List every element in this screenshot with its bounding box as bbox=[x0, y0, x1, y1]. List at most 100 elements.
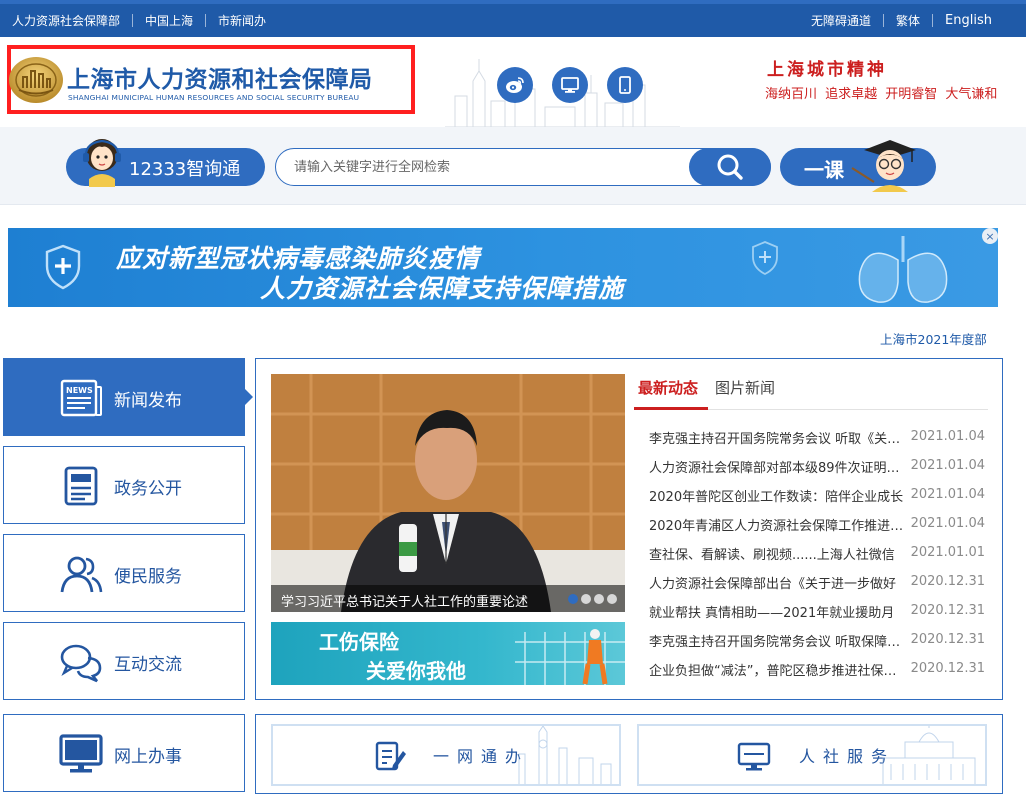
site-logo[interactable]: 上海市人力资源和社会保障局 SHANGHAI MUNICIPAL HUMAN R… bbox=[7, 45, 415, 114]
epidemic-banner[interactable]: 应对新型冠状病毒感染肺炎疫情 人力资源社会保障支持保障措施 bbox=[8, 228, 998, 307]
one-course-label: 一课 bbox=[804, 158, 844, 182]
news-date: 2020.12.31 bbox=[910, 661, 985, 676]
sub-banner-line-1: 工伤保险 bbox=[319, 630, 399, 654]
news-title: 人力资源社会保障部对部本级89件次证明事项 bbox=[649, 461, 905, 476]
photo-caption[interactable]: 学习习近平总书记关于人社工作的重要论述 bbox=[281, 591, 556, 610]
nav-label: 便民服务 bbox=[114, 567, 182, 587]
list-item[interactable]: 企业负担做“减法”，普陀区稳步推进社保费减免 2020.12.31 bbox=[649, 653, 989, 682]
divider bbox=[932, 14, 934, 27]
news-date: 2021.01.04 bbox=[910, 429, 985, 444]
service-panel: 一网通办 人社服务 bbox=[255, 714, 1003, 794]
edit-document-icon bbox=[375, 741, 406, 771]
news-photo bbox=[271, 374, 625, 612]
carousel-dot[interactable] bbox=[568, 594, 578, 604]
news-title: 李克强主持召开国务院常务会议 听取《关于进一步 bbox=[649, 432, 905, 447]
link-english[interactable]: English bbox=[945, 13, 992, 28]
tab-latest-news[interactable]: 最新动态 bbox=[638, 377, 698, 398]
top-bar-left-links: 人力资源社会保障部 中国上海 市新闻办 bbox=[12, 4, 266, 37]
divider bbox=[883, 14, 885, 27]
divider bbox=[205, 14, 207, 27]
users-icon bbox=[60, 556, 103, 593]
monitor-icon bbox=[737, 742, 771, 771]
nav-online-service[interactable]: 网上办事 bbox=[3, 714, 245, 792]
link-mohrss[interactable]: 人力资源社会保障部 bbox=[12, 12, 120, 29]
document-icon bbox=[64, 466, 98, 506]
tab-picture-news[interactable]: 图片新闻 bbox=[715, 377, 775, 398]
news-date: 2021.01.04 bbox=[910, 458, 985, 473]
link-news-office[interactable]: 市新闻办 bbox=[218, 12, 266, 29]
shield-icon bbox=[45, 244, 81, 290]
carousel-dot[interactable] bbox=[607, 594, 617, 604]
lungs-illustration bbox=[858, 236, 948, 303]
search-icon bbox=[717, 154, 743, 180]
assistant-avatar-icon bbox=[83, 139, 121, 187]
skyline-illustration bbox=[518, 726, 612, 784]
work-injury-banner[interactable]: 工伤保险 关爱你我他 bbox=[271, 622, 625, 685]
desktop-site-button[interactable] bbox=[552, 67, 588, 103]
nav-public-service[interactable]: 便民服务 bbox=[3, 534, 245, 612]
carousel-dot[interactable] bbox=[581, 594, 591, 604]
carousel-dot[interactable] bbox=[594, 594, 604, 604]
banner-line-2: 人力资源社会保障支持保障措施 bbox=[260, 274, 625, 303]
search-button[interactable] bbox=[689, 148, 771, 186]
news-panel: 学习习近平总书记关于人社工作的重要论述 工伤保险 关爱你我他 最新动态 图片新闻 bbox=[255, 358, 1003, 700]
news-title: 企业负担做“减法”，普陀区稳步推进社保费减免 bbox=[649, 664, 905, 679]
assistant-12333-label: 12333智询通 bbox=[129, 159, 241, 180]
nav-label: 互动交流 bbox=[114, 655, 182, 675]
svg-text:NEWS: NEWS bbox=[66, 386, 93, 395]
link-china-shanghai[interactable]: 中国上海 bbox=[145, 12, 193, 29]
nav-government-affairs[interactable]: 政务公开 bbox=[3, 446, 245, 524]
nav-interaction[interactable]: 互动交流 bbox=[3, 622, 245, 700]
search-box bbox=[275, 148, 771, 186]
search-input[interactable] bbox=[294, 149, 684, 185]
list-item[interactable]: 2020年青浦区人力资源社会保障工作推进会召开 2021.01.04 bbox=[649, 508, 989, 537]
carousel-dots bbox=[568, 594, 617, 604]
mobile-icon bbox=[619, 76, 631, 94]
banner-close-button[interactable]: × bbox=[982, 228, 998, 244]
site-header: 上海市人力资源和社会保障局 SHANGHAI MUNICIPAL HUMAN R… bbox=[0, 37, 1026, 127]
mobile-site-button[interactable] bbox=[607, 67, 643, 103]
chat-icon bbox=[60, 644, 102, 683]
news-tabs: 最新动态 图片新闻 bbox=[634, 369, 988, 410]
photo-caption-bar: 学习习近平总书记关于人社工作的重要论述 bbox=[271, 585, 625, 612]
news-list: 李克强主持召开国务院常务会议 听取《关于进一步 2021.01.04 人力资源社… bbox=[649, 421, 989, 682]
list-item[interactable]: 就业帮扶 真情相助——2021年就业援助月 2020.12.31 bbox=[649, 595, 989, 624]
newspaper-icon: NEWS bbox=[60, 379, 102, 417]
link-accessibility[interactable]: 无障碍通道 bbox=[811, 12, 871, 29]
news-title: 人力资源社会保障部出台《关于进一步做好 bbox=[649, 577, 897, 592]
hr-service-card[interactable]: 人社服务 bbox=[637, 724, 987, 786]
photo-carousel[interactable]: 学习习近平总书记关于人社工作的重要论述 bbox=[271, 374, 625, 612]
weibo-icon bbox=[506, 77, 524, 93]
search-strip: 12333智询通 一课 bbox=[0, 127, 1026, 205]
divider bbox=[132, 14, 134, 27]
news-title: 就业帮扶 真情相助——2021年就业援助月 bbox=[649, 606, 895, 621]
news-title: 2020年普陀区创业工作数读：陪伴企业成长 bbox=[649, 490, 904, 505]
nav-label: 网上办事 bbox=[114, 747, 182, 767]
list-item[interactable]: 查社保、看解读、刷视频......上海人社微信 2021.01.01 bbox=[649, 537, 989, 566]
news-title: 查社保、看解读、刷视频......上海人社微信 bbox=[649, 548, 895, 563]
list-item[interactable]: 2020年普陀区创业工作数读：陪伴企业成长 2021.01.04 bbox=[649, 479, 989, 508]
news-date: 2021.01.04 bbox=[910, 516, 985, 531]
list-item[interactable]: 人力资源社会保障部对部本级89件次证明事项 2021.01.04 bbox=[649, 450, 989, 479]
news-title: 2020年青浦区人力资源社会保障工作推进会召开 bbox=[649, 519, 905, 534]
list-item[interactable]: 人力资源社会保障部出台《关于进一步做好 2020.12.31 bbox=[649, 566, 989, 595]
news-date: 2021.01.01 bbox=[910, 545, 985, 560]
desktop-icon bbox=[561, 77, 579, 93]
emblem-icon bbox=[9, 57, 63, 103]
list-item[interactable]: 李克强主持召开国务院常务会议 听取《关于进一步 2021.01.04 bbox=[649, 421, 989, 450]
one-stop-service-card[interactable]: 一网通办 bbox=[271, 724, 621, 786]
worker-illustration bbox=[515, 629, 625, 685]
link-traditional-chinese[interactable]: 繁体 bbox=[896, 12, 920, 29]
nav-news-release[interactable]: NEWS 新闻发布 bbox=[3, 358, 253, 436]
weibo-button[interactable] bbox=[497, 67, 533, 103]
shield-icon bbox=[752, 241, 778, 276]
city-spirit-title: 上海城市精神 bbox=[767, 60, 887, 80]
scrolling-notice[interactable]: 上海市2021年度部 bbox=[880, 329, 1004, 348]
news-date: 2021.01.04 bbox=[910, 487, 985, 502]
nav-label: 新闻发布 bbox=[114, 391, 182, 411]
teacher-avatar-icon bbox=[851, 140, 916, 192]
city-spirit-words: 海纳百川 追求卓越 开明睿智 大气谦和 bbox=[765, 87, 998, 102]
list-item[interactable]: 李克强主持召开国务院常务会议 听取保障农民工 2020.12.31 bbox=[649, 624, 989, 653]
news-title: 李克强主持召开国务院常务会议 听取保障农民工 bbox=[649, 635, 905, 650]
top-bar: 人力资源社会保障部 中国上海 市新闻办 无障碍通道 繁体 English bbox=[0, 0, 1026, 37]
